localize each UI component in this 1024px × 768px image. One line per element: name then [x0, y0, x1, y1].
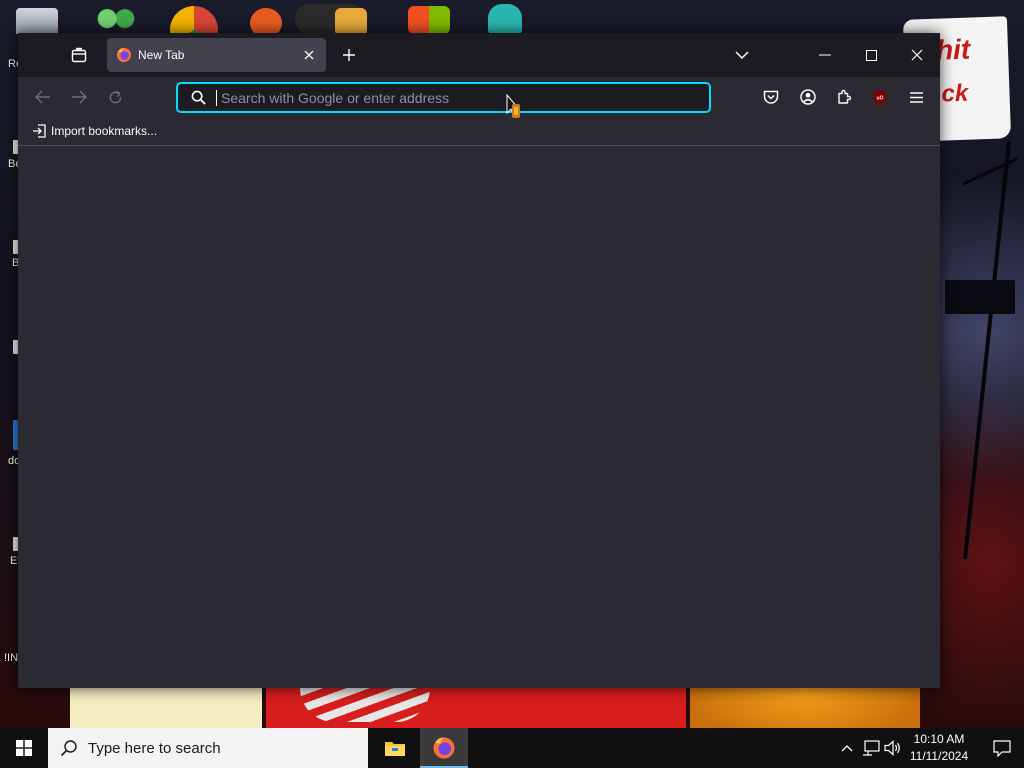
- close-tab-button[interactable]: [297, 43, 321, 67]
- sticker-text: hit: [935, 33, 971, 66]
- notification-icon: [993, 739, 1011, 757]
- busy-cursor-icon: [506, 94, 520, 118]
- pocket-button[interactable]: [756, 83, 786, 111]
- pocket-icon: [763, 90, 779, 104]
- taskbar-search-placeholder: Type here to search: [88, 739, 221, 757]
- firefox-icon: [433, 737, 455, 759]
- network-icon: [863, 740, 880, 756]
- firefox-view-button[interactable]: [59, 39, 99, 71]
- address-input[interactable]: [217, 85, 709, 110]
- taskbar-file-explorer[interactable]: [371, 728, 419, 768]
- people-app-icon[interactable]: [94, 6, 138, 34]
- taskbar: Type here to search 10:10 AM 11/11/2024: [0, 728, 1024, 768]
- firefox-window: New Tab Search with Google or enter addr…: [18, 33, 940, 688]
- menu-icon: [909, 91, 923, 103]
- minimize-icon: [819, 54, 831, 56]
- wallpaper-tree: [945, 280, 1015, 314]
- wallpaper-stripes-image: [300, 688, 430, 722]
- reload-button[interactable]: [100, 83, 130, 111]
- wallpaper-paper-image: [70, 688, 262, 728]
- maximize-button[interactable]: [848, 39, 894, 71]
- close-icon: [304, 50, 314, 60]
- svg-text:uO: uO: [877, 95, 884, 101]
- action-center-button[interactable]: [980, 728, 1024, 768]
- maximize-icon: [865, 49, 877, 61]
- ublock-origin-button[interactable]: uO: [865, 83, 895, 111]
- account-button[interactable]: [793, 83, 823, 111]
- taskbar-clock[interactable]: 10:10 AM 11/11/2024: [904, 731, 974, 765]
- navigation-toolbar: uO: [18, 77, 940, 117]
- extensions-icon: [838, 89, 852, 104]
- app-menu-button[interactable]: [901, 83, 931, 111]
- close-icon: [911, 49, 923, 61]
- wallpaper-tree: [963, 140, 1011, 560]
- taskbar-firefox[interactable]: [420, 728, 468, 768]
- close-window-button[interactable]: [894, 39, 940, 71]
- extensions-button[interactable]: [829, 83, 859, 111]
- taskbar-search-box[interactable]: Type here to search: [48, 728, 368, 768]
- address-bar[interactable]: [176, 82, 711, 113]
- wallpaper-pumpkin-image: [690, 688, 920, 728]
- tab-new-tab[interactable]: New Tab: [107, 38, 326, 72]
- tab-title: New Tab: [138, 48, 185, 62]
- new-tab-button[interactable]: [329, 39, 369, 71]
- start-button[interactable]: [0, 728, 48, 768]
- tab-strip: New Tab: [18, 33, 940, 77]
- forward-button[interactable]: [64, 83, 94, 111]
- firefox-view-icon: [71, 47, 87, 63]
- sticker-text: ck: [941, 79, 969, 108]
- arrow-right-icon: [72, 90, 87, 104]
- ublock-icon: uO: [873, 89, 887, 105]
- reload-icon: [109, 90, 121, 103]
- search-icon: [191, 90, 206, 105]
- search-icon: [60, 740, 77, 757]
- account-icon: [800, 89, 816, 105]
- list-all-tabs-button[interactable]: [722, 39, 762, 71]
- microsoft-store-icon[interactable]: [408, 6, 450, 34]
- minimize-button[interactable]: [802, 39, 848, 71]
- network-status[interactable]: [860, 728, 882, 768]
- firefox-favicon-icon: [117, 48, 131, 62]
- chevron-down-icon: [735, 51, 749, 60]
- wallpaper-tree: [962, 157, 1018, 186]
- file-explorer-icon: [385, 742, 405, 756]
- bookmarks-toolbar: Import bookmarks...: [18, 117, 940, 146]
- plus-icon: [343, 49, 355, 61]
- clock-date: 11/11/2024: [909, 749, 969, 763]
- page-content-area[interactable]: [18, 146, 940, 688]
- character-shortcut-icon[interactable]: [488, 4, 522, 34]
- volume-control[interactable]: [882, 728, 904, 768]
- import-icon: [33, 124, 46, 138]
- windows-logo-icon: [16, 740, 32, 756]
- arrow-left-icon: [35, 90, 50, 104]
- speaker-icon: [884, 740, 900, 756]
- show-hidden-icons-button[interactable]: [836, 728, 858, 768]
- chevron-up-icon: [841, 745, 853, 752]
- import-bookmarks-label: Import bookmarks...: [51, 124, 158, 138]
- recycle-bin-icon[interactable]: [16, 8, 58, 34]
- import-bookmarks-button[interactable]: Import bookmarks...: [28, 121, 161, 141]
- back-button[interactable]: [28, 83, 58, 111]
- app-folder-icon[interactable]: [335, 8, 367, 36]
- clock-time: 10:10 AM: [913, 732, 965, 746]
